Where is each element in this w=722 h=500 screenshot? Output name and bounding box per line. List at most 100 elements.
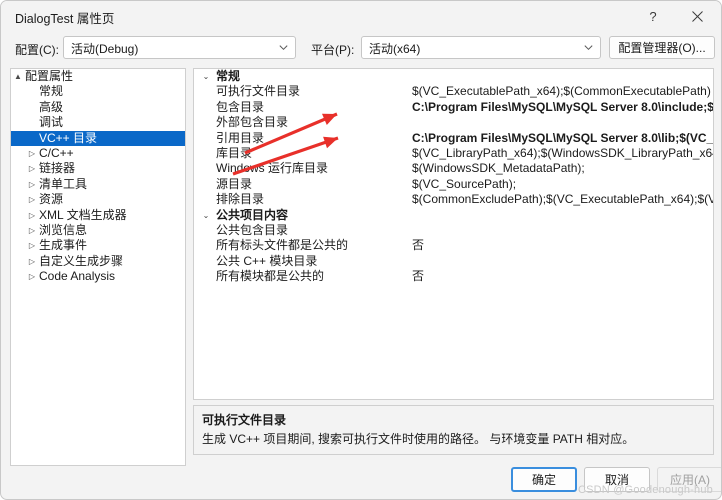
description-title: 可执行文件目录 — [202, 413, 287, 427]
tree-twisty-icon[interactable]: ▷ — [25, 192, 39, 207]
grid-property-name: 可执行文件目录 — [216, 84, 301, 99]
tree-item-label: C/C++ — [39, 145, 74, 160]
grid-property-value[interactable]: $(VC_LibraryPath_x64);$(WindowsSDK_Libra… — [412, 146, 713, 161]
tree-twisty-icon[interactable]: ▷ — [25, 161, 39, 176]
grid-property-row[interactable]: 公共包含目录 — [194, 223, 713, 238]
grid-property-value[interactable]: C:\Program Files\MySQL\MySQL Server 8.0\… — [412, 100, 713, 115]
tree-item-7[interactable]: ▷ 清单工具 — [11, 177, 185, 192]
tree-twisty-icon[interactable]: ▷ — [25, 269, 39, 284]
grid-property-row[interactable]: 包含目录 C:\Program Files\MySQL\MySQL Server … — [194, 100, 713, 115]
tree-twisty-icon[interactable]: ▲ — [11, 69, 25, 84]
property-grid[interactable]: ⌄ 常规 可执行文件目录 $(VC_ExecutablePath_x64);$(Com… — [193, 68, 714, 400]
tree-twisty-icon[interactable]: ▷ — [25, 146, 39, 161]
grid-property-row[interactable]: Windows 运行库目录 $(WindowsSDK_MetadataPath); — [194, 161, 713, 176]
grid-property-name: 引用目录 — [216, 130, 265, 145]
platform-combobox[interactable]: 活动(x64) — [361, 36, 601, 59]
grid-property-name: 排除目录 — [216, 192, 265, 207]
close-button[interactable] — [675, 1, 719, 32]
tree-twisty-icon[interactable]: ▷ — [25, 177, 39, 192]
watermark: CSDN @Goodenough-hub — [577, 484, 713, 496]
title-bar: DialogTest 属性页 ? — [1, 1, 721, 32]
grid-property-name: 公共包含目录 — [216, 222, 289, 237]
grid-property-value[interactable]: $(VC_ExecutablePath_x64);$(CommonExecuta… — [412, 84, 711, 99]
ok-button[interactable]: 确定 — [511, 467, 577, 492]
tree-item-9[interactable]: ▷ XML 文档生成器 — [11, 208, 185, 223]
grid-property-value[interactable]: C:\Program Files\MySQL\MySQL Server 8.0\… — [412, 131, 713, 146]
tree-item-label: 配置属性 — [25, 69, 74, 83]
grid-property-name: 公共 C++ 模块目录 — [216, 253, 318, 268]
grid-property-name: 所有标头文件都是公共的 — [216, 238, 349, 253]
tree-item-10[interactable]: ▷ 浏览信息 — [11, 223, 185, 238]
grid-category-row[interactable]: ⌄ 公共项目内容 — [194, 208, 713, 223]
grid-property-row[interactable]: 可执行文件目录 $(VC_ExecutablePath_x64);$(Common… — [194, 84, 713, 99]
description-body: 生成 VC++ 项目期间, 搜索可执行文件时使用的路径。 与环境变量 PATH … — [202, 432, 635, 446]
grid-property-value[interactable]: $(VC_SourcePath); — [412, 177, 516, 192]
tree-item-5[interactable]: ▷ C/C++ — [11, 146, 185, 161]
grid-property-row[interactable]: 外部包含目录 — [194, 115, 713, 130]
tree-item-13[interactable]: ▷ Code Analysis — [11, 269, 185, 284]
tree-item-label: 生成事件 — [39, 238, 88, 253]
grid-category-row[interactable]: ⌄ 常规 — [194, 69, 713, 84]
grid-property-row[interactable]: 排除目录 $(CommonExcludePath);$(VC_Executable… — [194, 192, 713, 207]
tree-item-label: 常规 — [39, 84, 64, 99]
grid-category-label: 常规 — [216, 69, 241, 83]
tree-item-8[interactable]: ▷ 资源 — [11, 192, 185, 207]
tree-twisty-icon[interactable]: ▷ — [25, 254, 39, 269]
grid-property-value[interactable]: $(WindowsSDK_MetadataPath); — [412, 161, 585, 176]
tree-item-1[interactable]: 常规 — [11, 84, 185, 99]
grid-property-name: 源目录 — [216, 176, 253, 191]
configuration-manager-button[interactable]: 配置管理器(O)... — [609, 36, 715, 59]
tree-item-label: 自定义生成步骤 — [39, 253, 124, 268]
tree-twisty-icon[interactable]: ▷ — [25, 208, 39, 223]
question-mark-icon: ? — [649, 9, 657, 24]
help-button[interactable]: ? — [631, 1, 675, 32]
grid-property-name: 库目录 — [216, 145, 253, 160]
window-title: DialogTest 属性页 — [15, 12, 115, 26]
tree-twisty-icon[interactable]: ▷ — [25, 223, 39, 238]
configuration-label: 配置(C): — [15, 43, 59, 57]
tree-item-label: 高级 — [39, 99, 64, 114]
tree-item-label: 链接器 — [39, 161, 76, 176]
grid-property-row[interactable]: 源目录 $(VC_SourcePath); — [194, 177, 713, 192]
grid-property-name: 包含目录 — [216, 99, 265, 114]
configuration-bar: 配置(C): 活动(Debug) 平台(P): 活动(x64) 配置管理器(O)… — [1, 32, 721, 64]
property-description-panel: 可执行文件目录 生成 VC++ 项目期间, 搜索可执行文件时使用的路径。 与环境… — [193, 405, 714, 455]
grid-property-name: 外部包含目录 — [216, 115, 289, 130]
tree-item-label: Code Analysis — [39, 269, 116, 284]
tree-item-6[interactable]: ▷ 链接器 — [11, 161, 185, 176]
platform-value: 活动(x64) — [369, 42, 421, 56]
chevron-down-icon — [584, 45, 593, 51]
property-pages-dialog: DialogTest 属性页 ? 配置(C): 活动(Debug) 平台(P):… — [0, 0, 722, 500]
configuration-value: 活动(Debug) — [71, 42, 139, 56]
tree-item-12[interactable]: ▷ 自定义生成步骤 — [11, 254, 185, 269]
configuration-tree[interactable]: ▲ 配置属性 常规 高级 调试 VC++ 目录 ▷ C/C++ ▷ 链接器 ▷ 清单工具 ▷ 资源 ▷ XML… — [10, 68, 186, 466]
grid-property-row[interactable]: 库目录 $(VC_LibraryPath_x64);$(WindowsSDK_Li… — [194, 146, 713, 161]
tree-twisty-icon[interactable]: ▷ — [25, 238, 39, 253]
tree-item-label: 资源 — [39, 192, 64, 207]
tree-item-label: VC++ 目录 — [39, 130, 98, 145]
chevron-down-icon[interactable]: ⌄ — [200, 69, 212, 84]
grid-property-value[interactable]: $(CommonExcludePath);$(VC_ExecutablePath… — [412, 192, 713, 207]
tree-item-2[interactable]: 高级 — [11, 100, 185, 115]
chevron-down-icon — [279, 45, 288, 51]
tree-item-label: 调试 — [39, 115, 64, 130]
grid-property-value[interactable]: 否 — [412, 238, 424, 253]
configuration-combobox[interactable]: 活动(Debug) — [63, 36, 296, 59]
tree-item-0[interactable]: ▲ 配置属性 — [11, 69, 185, 84]
close-icon — [691, 11, 703, 22]
grid-property-row[interactable]: 所有标头文件都是公共的 否 — [194, 238, 713, 253]
tree-item-label: XML 文档生成器 — [39, 207, 127, 222]
grid-property-row[interactable]: 所有模块都是公共的 否 — [194, 269, 713, 284]
grid-category-label: 公共项目内容 — [216, 207, 289, 222]
grid-property-row[interactable]: 公共 C++ 模块目录 — [194, 254, 713, 269]
tree-item-11[interactable]: ▷ 生成事件 — [11, 238, 185, 253]
tree-item-label: 清单工具 — [39, 176, 88, 191]
grid-property-name: Windows 运行库目录 — [216, 161, 329, 176]
platform-label: 平台(P): — [311, 43, 355, 57]
tree-item-4[interactable]: VC++ 目录 — [11, 130, 185, 146]
chevron-down-icon[interactable]: ⌄ — [200, 208, 212, 223]
grid-property-name: 所有模块都是公共的 — [216, 269, 325, 284]
grid-property-value[interactable]: 否 — [412, 269, 424, 284]
tree-item-3[interactable]: 调试 — [11, 115, 185, 130]
grid-property-row[interactable]: 引用目录 C:\Program Files\MySQL\MySQL Server … — [194, 131, 713, 146]
